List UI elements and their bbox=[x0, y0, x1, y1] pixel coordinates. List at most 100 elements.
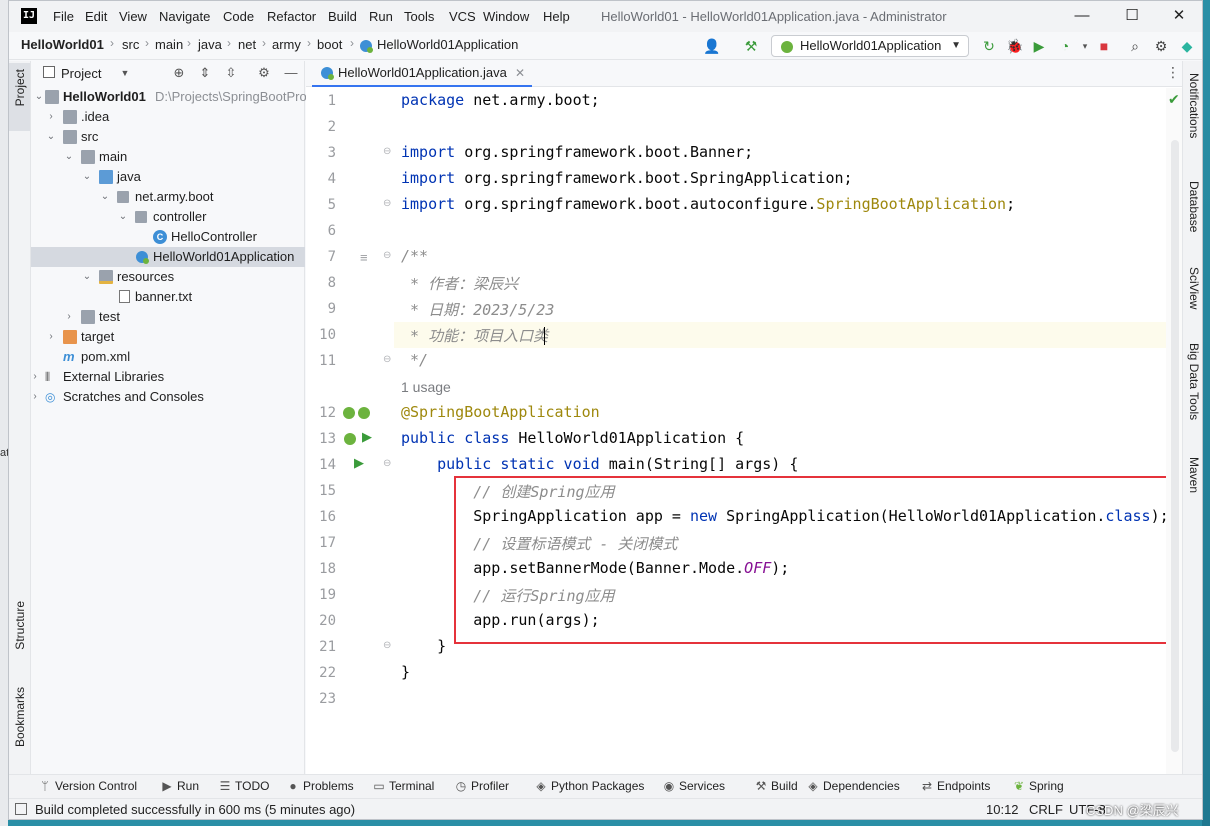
tree-item-test[interactable]: › test bbox=[31, 307, 305, 327]
spring-bean-gutter-icon[interactable] bbox=[342, 405, 374, 421]
chevron-down-icon[interactable]: ⌄ bbox=[117, 207, 129, 227]
menu-view[interactable]: View bbox=[119, 9, 147, 24]
fold-icon[interactable]: ⊖ bbox=[383, 250, 391, 261]
run-gutter-icon[interactable]: ▶ bbox=[362, 429, 372, 445]
more-vertical-icon[interactable]: ⋮ bbox=[1166, 64, 1180, 81]
caret-position[interactable]: 10:12 bbox=[986, 802, 1019, 817]
bookmarks-tool-label[interactable]: Bookmarks bbox=[13, 687, 27, 747]
services-tool[interactable]: ◉ Services bbox=[663, 779, 725, 793]
line-separator[interactable]: CRLF bbox=[1029, 802, 1063, 817]
menu-run[interactable]: Run bbox=[369, 9, 393, 24]
breadcrumb-src[interactable]: src bbox=[122, 37, 139, 52]
profile-icon[interactable]: ◔ bbox=[1055, 36, 1075, 56]
chevron-right-icon[interactable]: › bbox=[45, 327, 57, 347]
fold-icon[interactable]: ⊖ bbox=[383, 458, 391, 469]
breadcrumb-army[interactable]: army bbox=[272, 37, 301, 52]
tree-item-src[interactable]: ⌄ src bbox=[31, 127, 305, 147]
menu-help[interactable]: Help bbox=[543, 9, 570, 24]
endpoints-tool[interactable]: ⇄ Endpoints bbox=[921, 779, 990, 793]
tree-item-java[interactable]: ⌄ java bbox=[31, 167, 305, 187]
maximize-button[interactable]: ☐ bbox=[1112, 5, 1152, 27]
search-icon[interactable]: ⌕ bbox=[1125, 36, 1145, 56]
menu-code[interactable]: Code bbox=[223, 9, 254, 24]
user-icon[interactable]: 👤 bbox=[702, 36, 722, 56]
status-message[interactable]: Build completed successfully in 600 ms (… bbox=[35, 802, 355, 817]
hide-icon[interactable]: — bbox=[283, 65, 299, 81]
tree-item-banner[interactable]: banner.txt bbox=[31, 287, 305, 307]
todo-tool[interactable]: ☰ TODO bbox=[219, 779, 270, 793]
breadcrumb-java[interactable]: java bbox=[198, 37, 222, 52]
tree-item-main[interactable]: ⌄ main bbox=[31, 147, 305, 167]
fold-icon[interactable]: ⊖ bbox=[383, 198, 391, 209]
breadcrumb-boot[interactable]: boot bbox=[317, 37, 342, 52]
dependencies-tool[interactable]: ◈ Dependencies bbox=[807, 779, 899, 793]
chevron-right-icon[interactable]: › bbox=[29, 387, 41, 407]
tree-item-pom[interactable]: m pom.xml bbox=[31, 347, 305, 367]
chevron-right-icon[interactable]: › bbox=[45, 107, 57, 127]
tree-item-hellocontroller[interactable]: C HelloController bbox=[31, 227, 305, 247]
tree-item-application[interactable]: HelloWorld01Application bbox=[31, 247, 305, 267]
editor-scrollbar[interactable]: ✔ bbox=[1166, 88, 1182, 774]
terminal-tool[interactable]: ▭ Terminal bbox=[373, 779, 434, 793]
maven-tool-label[interactable]: Maven bbox=[1187, 457, 1201, 493]
minimize-button[interactable]: — bbox=[1062, 5, 1102, 27]
hammer-build-icon[interactable]: ⚒ bbox=[741, 36, 761, 56]
usage-inlay-hint[interactable]: 1 usage bbox=[401, 379, 451, 395]
expand-all-icon[interactable]: ⇕ bbox=[197, 65, 213, 81]
chevron-down-icon[interactable]: ▾ bbox=[1075, 36, 1095, 56]
big-data-tools-label[interactable]: Big Data Tools bbox=[1187, 343, 1201, 420]
run-tool[interactable]: ▶ Run bbox=[161, 779, 199, 793]
tree-item-resources[interactable]: ⌄ resources bbox=[31, 267, 305, 287]
collapse-all-icon[interactable]: ⇳ bbox=[223, 65, 239, 81]
chevron-down-icon[interactable]: ▼ bbox=[117, 65, 133, 81]
profiler-tool[interactable]: ◷ Profiler bbox=[455, 779, 509, 793]
chevron-right-icon[interactable]: › bbox=[63, 307, 75, 327]
code-area[interactable]: package net.army.boot; import org.spring… bbox=[394, 88, 1174, 774]
fold-icon[interactable]: ⊖ bbox=[383, 354, 391, 365]
chevron-down-icon[interactable]: ⌄ bbox=[99, 187, 111, 207]
gear-icon[interactable]: ⚙ bbox=[256, 65, 272, 81]
project-panel-title[interactable]: Project bbox=[61, 66, 101, 81]
editor-tab-active[interactable]: HelloWorld01Application.java ✕ bbox=[312, 61, 532, 87]
menu-refactor[interactable]: Refactor bbox=[267, 9, 316, 24]
fold-icon[interactable]: ⊖ bbox=[383, 640, 391, 651]
gear-icon[interactable]: ⚙ bbox=[1151, 36, 1171, 56]
debug-icon[interactable]: 🐞 bbox=[1005, 36, 1025, 56]
close-icon[interactable]: ✕ bbox=[515, 61, 525, 85]
sciview-tool-label[interactable]: SciView bbox=[1187, 267, 1201, 309]
tool-windows-icon[interactable] bbox=[15, 803, 27, 815]
build-tool[interactable]: ⚒ Build bbox=[755, 779, 798, 793]
rerun-icon[interactable]: ↻ bbox=[979, 36, 999, 56]
spring-run-gutter-icon[interactable] bbox=[342, 431, 358, 447]
run-configuration-select[interactable]: HelloWorld01Application ▼ bbox=[771, 35, 969, 57]
problems-tool[interactable]: ● Problems bbox=[287, 779, 353, 793]
breadcrumb-project[interactable]: HelloWorld01 bbox=[21, 37, 104, 52]
fold-icon[interactable]: ⊖ bbox=[383, 146, 391, 157]
chevron-down-icon[interactable]: ⌄ bbox=[45, 127, 57, 147]
project-tool-label[interactable]: Project bbox=[13, 69, 27, 106]
locate-icon[interactable]: ⊕ bbox=[171, 65, 187, 81]
menu-vcs[interactable]: VCS bbox=[449, 9, 476, 24]
chevron-right-icon[interactable]: › bbox=[29, 367, 41, 387]
notifications-tool-label[interactable]: Notifications bbox=[1187, 73, 1201, 138]
tree-item-idea[interactable]: › .idea bbox=[31, 107, 305, 127]
chevron-down-icon[interactable]: ⌄ bbox=[63, 147, 75, 167]
version-control-tool[interactable]: ᛘ Version Control bbox=[39, 779, 137, 793]
jetbrains-ai-icon[interactable]: ◆ bbox=[1177, 36, 1197, 56]
tree-item-target[interactable]: › target bbox=[31, 327, 305, 347]
menu-edit[interactable]: Edit bbox=[85, 9, 107, 24]
scroll-thumb[interactable] bbox=[1171, 140, 1179, 752]
tree-item-controller[interactable]: ⌄ controller bbox=[31, 207, 305, 227]
menu-build[interactable]: Build bbox=[328, 9, 357, 24]
python-packages-tool[interactable]: ◈ Python Packages bbox=[535, 779, 644, 793]
breadcrumb-main[interactable]: main bbox=[155, 37, 183, 52]
breadcrumb-class[interactable]: HelloWorld01Application bbox=[377, 37, 518, 52]
tree-item-external-libraries[interactable]: › ⫴ External Libraries bbox=[31, 367, 305, 387]
tree-item-scratches[interactable]: › ◎ Scratches and Consoles bbox=[31, 387, 305, 407]
run-gutter-icon[interactable]: ▶ bbox=[354, 455, 364, 471]
close-button[interactable]: ✕ bbox=[1159, 5, 1199, 27]
breadcrumb-net[interactable]: net bbox=[238, 37, 256, 52]
intellij-logo-icon[interactable]: IJ bbox=[21, 8, 37, 24]
reader-mode-icon[interactable]: ≡ bbox=[360, 250, 368, 265]
menu-window[interactable]: Window bbox=[483, 9, 529, 24]
